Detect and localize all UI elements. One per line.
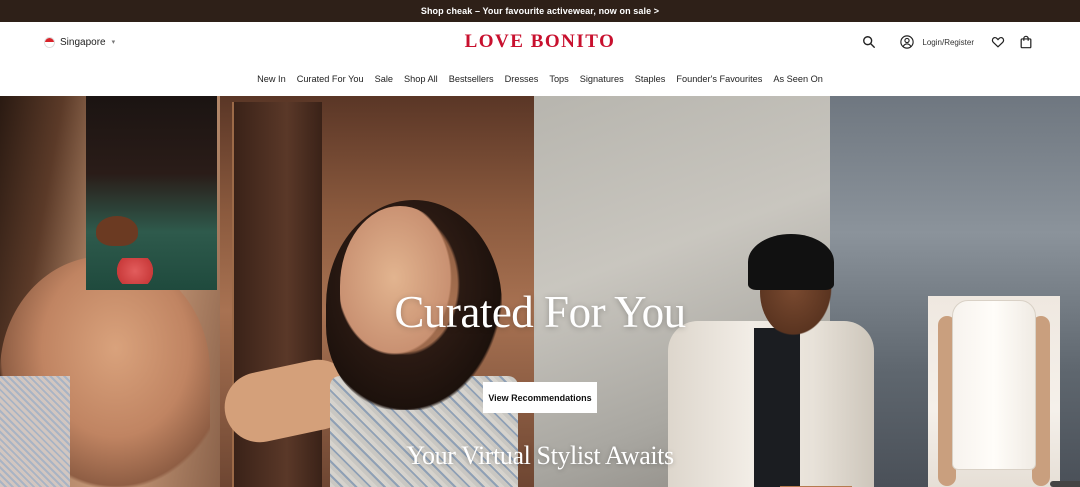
model-dress-blur (0, 376, 70, 487)
view-recommendations-button[interactable]: View Recommendations (483, 382, 597, 413)
login-register-link[interactable]: Login/Register (897, 32, 974, 52)
nav-item-as-seen-on[interactable]: As Seen On (773, 74, 823, 84)
nav-item-curated-for-you[interactable]: Curated For You (297, 74, 364, 84)
nav-item-signatures[interactable]: Signatures (580, 74, 624, 84)
chevron-down-icon: ▾ (111, 39, 116, 46)
region-label: Singapore (60, 36, 106, 48)
model-shirt-shape (754, 328, 800, 487)
main-nav: New In Curated For You Sale Shop All Bes… (0, 62, 1080, 96)
nav-item-new-in[interactable]: New In (257, 74, 286, 84)
nav-item-dresses[interactable]: Dresses (505, 74, 539, 84)
hero-title: Curated For You (394, 287, 686, 337)
announcement-bar[interactable]: Shop cheak – Your favourite activewear, … (0, 0, 1080, 22)
inset-photo-vest (928, 296, 1060, 487)
hero-subtitle: Your Virtual Stylist Awaits (406, 441, 674, 470)
nav-item-tops[interactable]: Tops (549, 74, 568, 84)
nav-item-shop-all[interactable]: Shop All (404, 74, 438, 84)
heart-icon[interactable] (988, 32, 1008, 52)
login-label: Login/Register (922, 37, 974, 47)
announcement-text[interactable]: Shop cheak – Your favourite activewear, … (421, 6, 659, 16)
site-header: Singapore ▾ LOVE BONITO Login/Register (0, 22, 1080, 62)
cards-shape (108, 258, 162, 284)
nav-item-founders-favourites[interactable]: Founder's Favourites (676, 74, 762, 84)
singapore-flag-icon (44, 36, 55, 48)
model2-hair-shape (748, 234, 834, 290)
nav-item-sale[interactable]: Sale (375, 74, 393, 84)
header-actions: Login/Register (859, 32, 1036, 52)
brand-logo[interactable]: LOVE BONITO (465, 31, 616, 53)
user-icon (897, 32, 917, 52)
region-selector[interactable]: Singapore ▾ (44, 36, 116, 48)
nav-item-staples[interactable]: Staples (635, 74, 666, 84)
white-vest-shape (952, 300, 1036, 470)
handbag-shape (96, 216, 138, 246)
carousel-scroll-indicator[interactable] (1050, 481, 1080, 487)
search-icon[interactable] (859, 32, 879, 52)
inset-photo-casino (86, 96, 217, 290)
shopping-bag-icon[interactable] (1016, 32, 1036, 52)
hero-banner[interactable]: Curated For You View Recommendations You… (0, 96, 1080, 487)
nav-item-bestsellers[interactable]: Bestsellers (449, 74, 494, 84)
